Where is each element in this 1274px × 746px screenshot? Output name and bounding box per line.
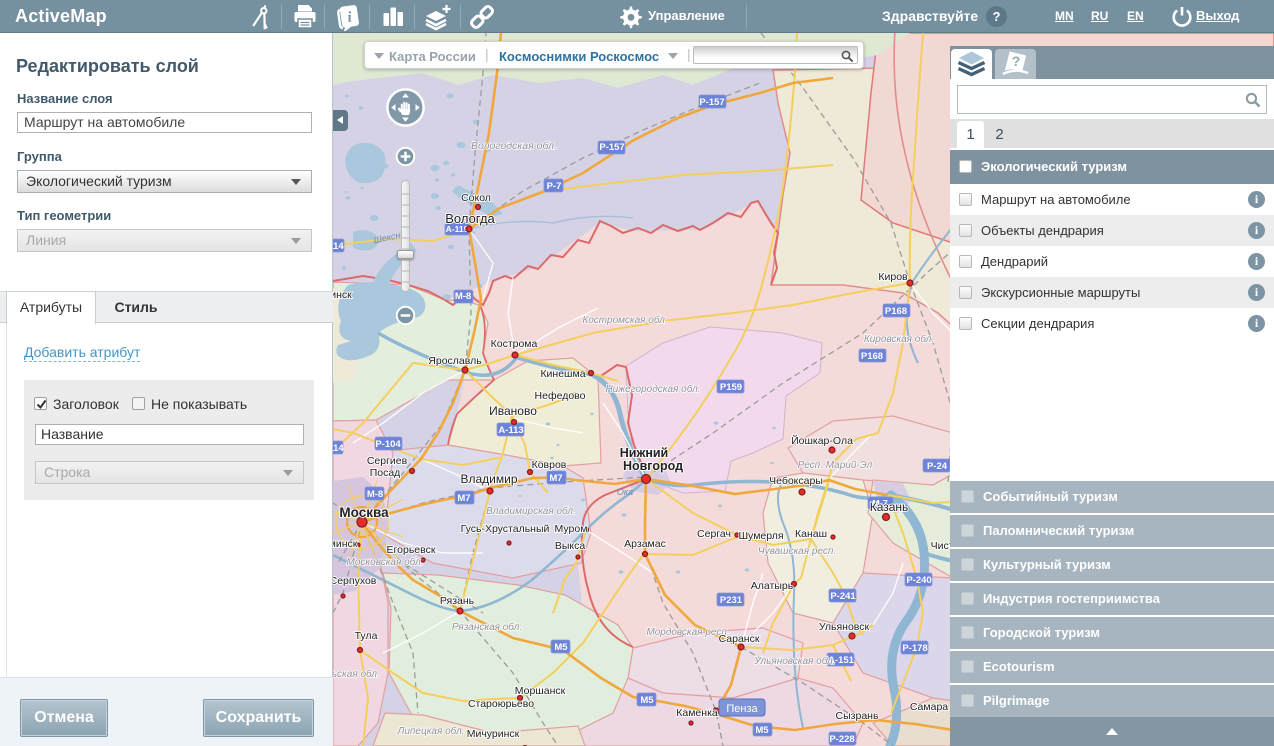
svg-text:Ярославль: Ярославль [428, 355, 482, 367]
svg-text:Староюрьево: Староюрьево [468, 698, 534, 710]
svg-text:Самара: Самара [910, 701, 948, 713]
svg-text:Каменка: Каменка [676, 707, 718, 719]
svg-text:Р-240: Р-240 [906, 575, 931, 586]
svg-text:Алатырь: Алатырь [751, 580, 794, 592]
svg-text:Тула: Тула [355, 630, 378, 642]
svg-text:Р-157: Р-157 [699, 97, 724, 108]
svg-text:Рязанская обл.: Рязанская обл. [452, 621, 522, 633]
svg-text:Костромская обл.: Костромская обл. [582, 314, 667, 326]
svg-text:М7: М7 [457, 493, 470, 504]
svg-text:Владимирская обл.: Владимирская обл. [486, 505, 576, 517]
svg-text:Нижний: Нижний [620, 446, 669, 460]
svg-text:Чувашская респ.: Чувашская респ. [758, 546, 836, 557]
svg-text:Арзамас: Арзамас [624, 538, 666, 550]
svg-text:Серпухов: Серпухов [333, 575, 377, 587]
svg-text:Р231: Р231 [720, 595, 743, 606]
svg-text:А-113: А-113 [498, 425, 523, 436]
svg-text:Вологда: Вологда [445, 211, 495, 226]
svg-text:Р-7: Р-7 [547, 181, 562, 192]
svg-text:Пенза: Пенза [726, 703, 758, 715]
svg-text:Гусь-Хрустальный: Гусь-Хрустальный [461, 523, 550, 535]
svg-text:А-114: А-114 [333, 241, 344, 252]
svg-text:Кировская обл.: Кировская обл. [864, 333, 934, 345]
svg-text:Сергач: Сергач [697, 528, 731, 540]
svg-text:Р168: Р168 [861, 351, 883, 362]
svg-text:Р159: Р159 [720, 382, 742, 393]
svg-text:Саранск: Саранск [719, 633, 760, 645]
svg-text:Ульяновская обл.: Ульяновская обл. [753, 655, 835, 667]
svg-text:Вологодская обл.: Вологодская обл. [471, 140, 557, 152]
svg-text:Р-104: Р-104 [375, 439, 401, 450]
svg-text:Липецкая обл.: Липецкая обл. [397, 725, 465, 737]
svg-text:Посад: Посад [370, 467, 401, 479]
svg-text:Владимир: Владимир [460, 472, 517, 486]
svg-text:Мичуринск: Мичуринск [467, 728, 520, 740]
svg-text:Новгород: Новгород [623, 459, 683, 473]
svg-text:Чебоксары: Чебоксары [769, 475, 823, 487]
svg-text:Р-24: Р-24 [927, 461, 948, 472]
svg-text:Р-157: Р-157 [599, 142, 624, 153]
svg-text:М-8: М-8 [455, 291, 471, 302]
svg-text:Ока: Ока [617, 487, 633, 497]
svg-text:Р-178: Р-178 [902, 643, 927, 654]
svg-text:Ковров: Ковров [532, 459, 567, 471]
svg-text:Сергиев: Сергиев [367, 455, 408, 467]
svg-text:минск: минск [333, 538, 358, 550]
svg-text:Казань: Казань [870, 500, 909, 514]
svg-text:Сокол: Сокол [461, 192, 491, 204]
svg-text:Муром: Муром [555, 523, 588, 535]
svg-text:Моршанск: Моршанск [515, 685, 566, 697]
svg-text:Ульяновск: Ульяновск [819, 621, 870, 633]
svg-text:Шумерля: Шумерля [738, 530, 783, 542]
svg-text:льская обл.: льская обл. [333, 668, 380, 680]
svg-text:Киров: Киров [878, 271, 908, 283]
svg-text:М5: М5 [755, 725, 769, 736]
svg-text:М5: М5 [640, 695, 654, 706]
svg-text:Канаш: Канаш [795, 528, 827, 540]
svg-text:М7: М7 [549, 473, 562, 484]
svg-text:Р-241: Р-241 [830, 591, 856, 602]
svg-text:Москва: Москва [339, 505, 389, 520]
svg-text:Нефедово: Нефедово [535, 390, 586, 402]
svg-text:М-8: М-8 [367, 489, 383, 500]
svg-text:Респ. Марий-Эл: Респ. Марий-Эл [798, 460, 873, 471]
svg-text:Нижегородская обл.: Нижегородская обл. [605, 383, 700, 395]
svg-text:Егорьевск: Егорьевск [387, 544, 436, 556]
svg-text:Сызрань: Сызрань [836, 710, 879, 722]
svg-text:Рязань: Рязань [440, 595, 475, 607]
svg-text:Выкса: Выкса [555, 540, 586, 552]
svg-text:Р168: Р168 [885, 306, 907, 317]
svg-text:Мордовская респ.: Мордовская респ. [646, 627, 729, 638]
svg-text:Р-228: Р-228 [829, 734, 854, 745]
svg-text:Кинешма: Кинешма [540, 368, 585, 380]
svg-text:?: ? [1012, 53, 1021, 69]
svg-text:Йошкар-Ола: Йошкар-Ола [791, 434, 853, 447]
svg-text:Кострома: Кострома [491, 338, 538, 350]
svg-text:Иваново: Иваново [489, 404, 537, 418]
svg-text:М5: М5 [554, 642, 568, 653]
svg-text:А-114: А-114 [333, 443, 344, 454]
svg-text:инск: инск [333, 289, 352, 301]
svg-text:Московская обл.: Московская обл. [347, 556, 424, 568]
